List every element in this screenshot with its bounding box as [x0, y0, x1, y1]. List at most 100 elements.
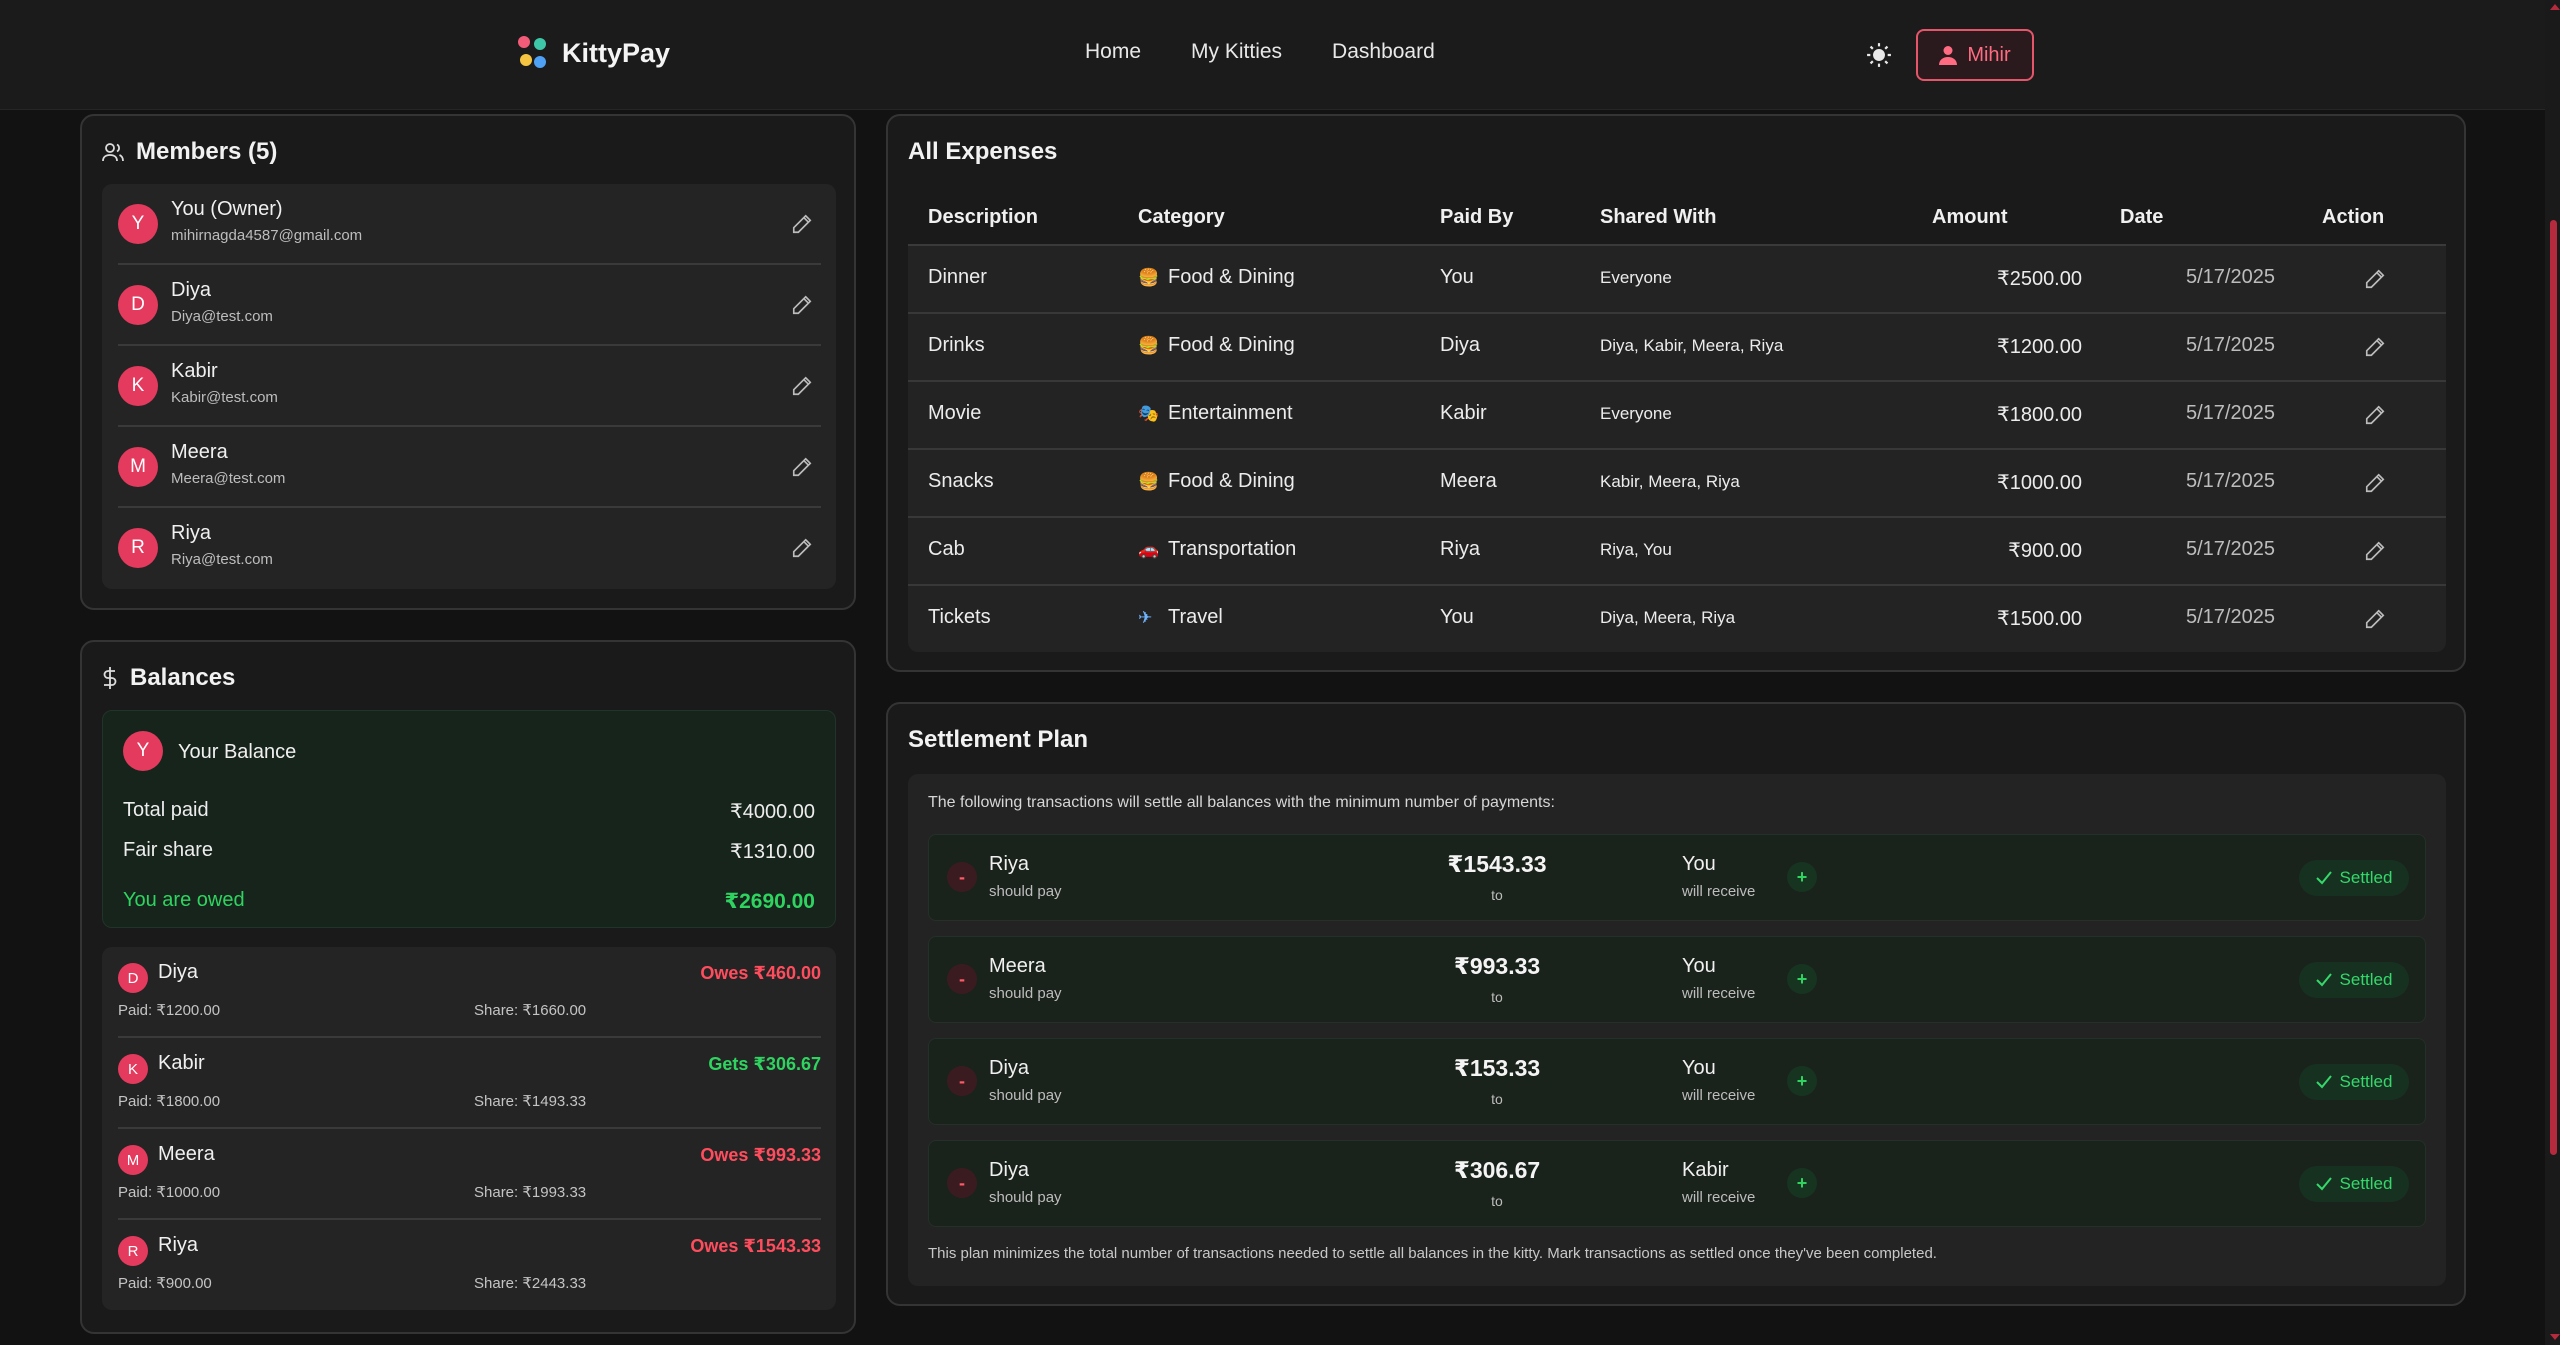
edit-expense-icon[interactable]	[2364, 336, 2386, 358]
expense-description: Snacks	[928, 470, 994, 492]
plus-icon: +	[1787, 1168, 1817, 1198]
scroll-up-arrow-icon[interactable]	[2550, 4, 2560, 10]
balance-paid: Paid: ₹1000.00	[118, 1184, 221, 1201]
settlement-intro: The following transactions will settle a…	[928, 794, 1555, 811]
payer-name: Diya	[989, 1057, 1030, 1079]
to-label: to	[1491, 887, 1503, 903]
member-row: Y You (Owner) mihirnagda4587@gmail.com	[118, 184, 821, 265]
balances-card: Balances Y Your Balance Total paid ₹4000…	[80, 640, 856, 1334]
users-icon	[102, 143, 124, 162]
nav-dashboard[interactable]: Dashboard	[1332, 40, 1435, 64]
balance-share: Share: ₹1493.33	[474, 1093, 587, 1110]
expense-amount: ₹900.00	[2008, 540, 2082, 562]
user-name: Mihir	[1967, 43, 2011, 66]
user-icon	[1939, 46, 1958, 65]
avatar: Y	[118, 204, 158, 244]
settled-button[interactable]: Settled	[2299, 1064, 2409, 1100]
balance-share: Share: ₹2443.33	[474, 1275, 587, 1292]
col-date: Date	[2120, 206, 2164, 228]
member-email: Meera@test.com	[171, 470, 286, 487]
col-description: Description	[928, 206, 1039, 228]
food-icon: 🍔	[1138, 268, 1160, 287]
edit-member-icon[interactable]	[791, 375, 813, 397]
payer-name: Meera	[989, 955, 1046, 977]
minus-icon: -	[947, 964, 977, 994]
to-label: to	[1491, 989, 1503, 1005]
member-name: You (Owner)	[171, 198, 283, 220]
expense-date: 5/17/2025	[2186, 266, 2275, 288]
balance-member-name: Riya	[158, 1234, 199, 1256]
edit-member-icon[interactable]	[791, 537, 813, 559]
sun-icon	[1867, 43, 1891, 67]
settlement-amount: ₹993.33	[1453, 953, 1541, 979]
scroll-down-arrow-icon[interactable]	[2550, 1334, 2560, 1340]
edit-expense-icon[interactable]	[2364, 608, 2386, 630]
expense-date: 5/17/2025	[2186, 470, 2275, 492]
balance-paid: Paid: ₹1800.00	[118, 1093, 221, 1110]
edit-member-icon[interactable]	[791, 213, 813, 235]
expense-description: Movie	[928, 402, 982, 424]
expense-category: 🍔 Food & Dining	[1138, 334, 1295, 356]
edit-expense-icon[interactable]	[2364, 472, 2386, 494]
nav-home[interactable]: Home	[1085, 40, 1141, 64]
member-row: D Diya Diya@test.com	[118, 265, 821, 346]
expense-amount: ₹1200.00	[1996, 336, 2082, 358]
will-receive-label: will receive	[1682, 985, 1756, 1002]
will-receive-label: will receive	[1682, 1189, 1756, 1206]
your-balance-panel: Y Your Balance Total paid ₹4000.00 Fair …	[102, 710, 836, 928]
user-menu-button[interactable]: Mihir	[1916, 29, 2034, 81]
balance-member-name: Kabir	[158, 1052, 205, 1074]
nav-my-kitties[interactable]: My Kitties	[1191, 40, 1282, 64]
expenses-title: All Expenses	[908, 138, 1058, 165]
col-paid-by: Paid By	[1440, 206, 1514, 228]
dollar-icon	[103, 667, 117, 689]
settlement-title: Settlement Plan	[908, 726, 1089, 753]
kittypay-logo-icon	[518, 36, 548, 70]
member-email: Riya@test.com	[171, 551, 273, 568]
edit-expense-icon[interactable]	[2364, 268, 2386, 290]
should-pay-label: should pay	[989, 1087, 1062, 1104]
table-row: Cab 🚗 Transportation Riya Riya, You ₹900.…	[908, 518, 2446, 586]
receiver-name: You	[1682, 853, 1716, 875]
edit-expense-icon[interactable]	[2364, 404, 2386, 426]
airplane-icon: ✈	[1138, 608, 1153, 627]
settled-button[interactable]: Settled	[2299, 962, 2409, 998]
expense-description: Dinner	[928, 266, 987, 288]
edit-member-icon[interactable]	[791, 456, 813, 478]
avatar: M	[118, 1145, 148, 1175]
balance-share: Share: ₹1993.33	[474, 1184, 587, 1201]
brand[interactable]: KittyPay	[518, 36, 670, 70]
car-icon: 🚗	[1138, 540, 1160, 559]
to-label: to	[1491, 1193, 1503, 1209]
edit-member-icon[interactable]	[791, 294, 813, 316]
expense-paid-by: Riya	[1440, 538, 1481, 560]
expense-description: Drinks	[928, 334, 985, 356]
edit-expense-icon[interactable]	[2364, 540, 2386, 562]
expense-paid-by: You	[1440, 606, 1474, 628]
settled-button[interactable]: Settled	[2299, 860, 2409, 896]
settlement-amount: ₹153.33	[1453, 1055, 1541, 1081]
member-email: Diya@test.com	[171, 308, 273, 325]
expense-category: ✈ Travel	[1138, 606, 1223, 628]
entertainment-icon: 🎭	[1138, 404, 1160, 423]
balance-status: Owes ₹460.00	[700, 963, 821, 983]
avatar: R	[118, 1236, 148, 1266]
brand-name: KittyPay	[562, 37, 671, 68]
settlement-panel: The following transactions will settle a…	[908, 774, 2446, 1286]
settled-button[interactable]: Settled	[2299, 1166, 2409, 1202]
expense-shared-with: Everyone	[1600, 404, 1672, 423]
member-row: R Riya Riya@test.com	[118, 508, 821, 589]
should-pay-label: should pay	[989, 1189, 1062, 1206]
members-card: Members (5) Y You (Owner) mihirnagda4587…	[80, 114, 856, 610]
expense-category: 🎭 Entertainment	[1138, 402, 1293, 424]
avatar: R	[118, 528, 158, 568]
main-nav: Home My Kitties Dashboard	[1085, 40, 1435, 64]
member-name: Riya	[171, 522, 212, 544]
your-balance-label: Your Balance	[178, 741, 297, 763]
expenses-table-body: Dinner 🍔 Food & Dining You Everyone ₹2500…	[908, 244, 2446, 652]
settlement-amount: ₹306.67	[1453, 1157, 1541, 1183]
scrollbar-thumb[interactable]	[2550, 220, 2557, 1155]
settlement-footer-note: This plan minimizes the total number of …	[928, 1245, 1937, 1262]
col-shared-with: Shared With	[1600, 206, 1717, 228]
theme-toggle-button[interactable]	[1864, 40, 1894, 70]
